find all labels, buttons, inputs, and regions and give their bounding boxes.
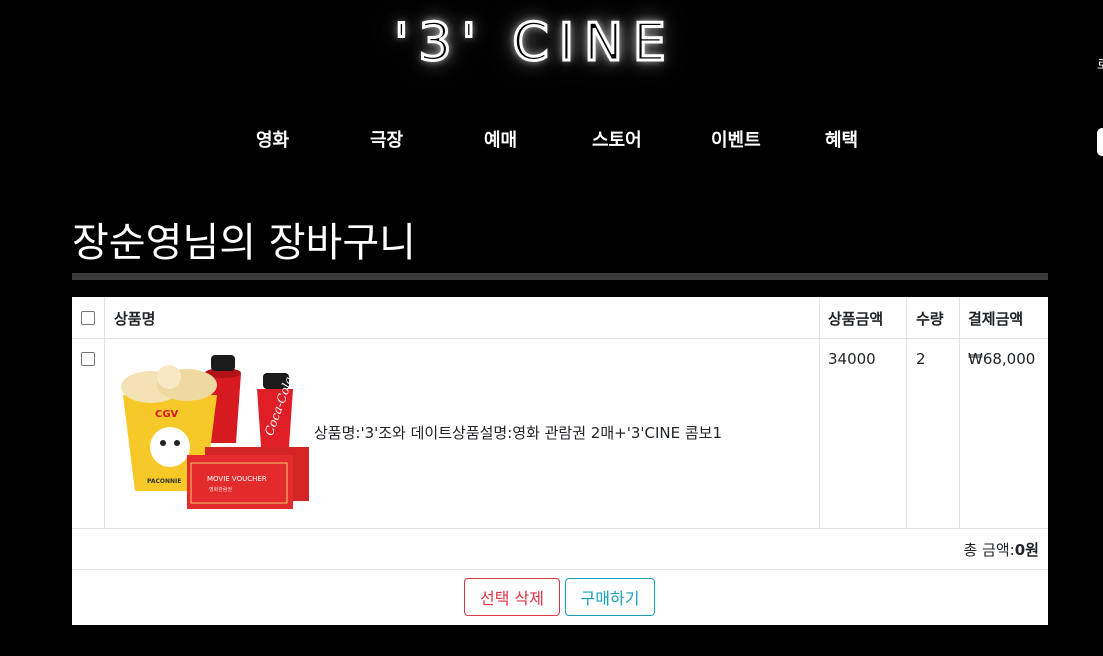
voucher-sub-text: 영화관람권 xyxy=(209,486,232,493)
total-value: 0원 xyxy=(1014,541,1039,559)
ice-icon xyxy=(211,355,235,371)
select-all-checkbox[interactable] xyxy=(81,311,95,325)
purchase-button[interactable]: 구매하기 xyxy=(565,578,655,616)
voucher-text: MOVIE VOUCHER xyxy=(207,475,267,483)
nav-item-theater[interactable]: 극장 xyxy=(370,126,403,152)
bucket-label-text: PACONNIE xyxy=(147,478,181,485)
col-divider xyxy=(819,297,820,528)
item-row-divider xyxy=(72,528,1048,529)
header-row-divider xyxy=(72,338,1048,339)
header-right-clipped-text[interactable]: 로 xyxy=(1097,54,1103,73)
mascot-eye-icon xyxy=(174,440,180,446)
mascot-eye-icon xyxy=(160,440,166,446)
total-row-divider xyxy=(72,569,1048,570)
page: '3' CINE 로 영화 극장 예매 스토어 이벤트 혜택 장순영님의 장바구… xyxy=(0,0,1103,656)
nav-item-event[interactable]: 이벤트 xyxy=(711,126,761,152)
site-logo[interactable]: '3' CINE xyxy=(390,6,680,80)
bucket-brand-text: CGV xyxy=(155,409,179,420)
delete-selected-button[interactable]: 선택 삭제 xyxy=(464,578,560,616)
header-qty: 수량 xyxy=(916,310,944,328)
main-nav: 영화 극장 예매 스토어 이벤트 혜택 xyxy=(0,126,1103,154)
nav-item-booking[interactable]: 예매 xyxy=(484,126,517,152)
product-price: 34000 xyxy=(828,350,876,368)
nav-item-benefit[interactable]: 혜택 xyxy=(825,126,858,152)
col-divider xyxy=(104,297,105,528)
cart-total: 총 금액:0원 xyxy=(964,539,1039,560)
popcorn-icon xyxy=(157,365,181,389)
popcorn-combo-image: Coca-Cola CGV PACONNIE MOVIE VOUCHER 영화관… xyxy=(121,355,309,509)
cart-table: 상품명 상품금액 수량 결제금액 Coca-Cola CGV PACONNIE xyxy=(72,297,1048,625)
header-payment: 결제금액 xyxy=(968,310,1024,328)
product-payment: ₩68,000 xyxy=(968,350,1036,368)
product-description: 상품명:'3'조와 데이트상품설명:영화 관람권 2매+'3'CINE 콤보1 xyxy=(314,424,723,442)
nav-item-store[interactable]: 스토어 xyxy=(592,126,642,152)
col-divider xyxy=(959,297,960,528)
nav-item-movie[interactable]: 영화 xyxy=(256,126,289,152)
col-divider xyxy=(906,297,907,528)
page-title: 장순영님의 장바구니 xyxy=(72,220,416,266)
header-price: 상품금액 xyxy=(828,310,884,328)
title-divider xyxy=(72,273,1048,280)
product-qty: 2 xyxy=(916,350,926,368)
header-product: 상품명 xyxy=(114,310,156,328)
item-checkbox[interactable] xyxy=(81,352,95,366)
mascot-icon xyxy=(150,427,190,467)
total-label: 총 금액: xyxy=(963,541,1015,559)
